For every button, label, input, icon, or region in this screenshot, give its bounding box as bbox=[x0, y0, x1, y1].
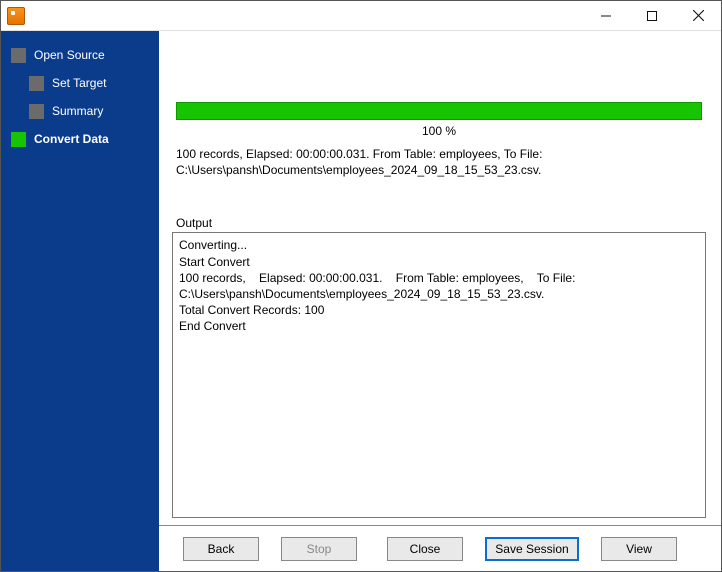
step-label: Convert Data bbox=[34, 132, 109, 146]
status-text: 100 records, Elapsed: 00:00:00.031. From… bbox=[172, 146, 706, 188]
wizard-footer: Back Stop Close Save Session View bbox=[159, 525, 721, 571]
step-label: Open Source bbox=[34, 48, 105, 62]
step-convert-data[interactable]: Convert Data bbox=[5, 127, 155, 151]
close-window-button[interactable] bbox=[675, 1, 721, 30]
main-panel: 100 % 100 records, Elapsed: 00:00:00.031… bbox=[159, 31, 721, 571]
output-label: Output bbox=[172, 188, 706, 232]
app-window: Open Source Set Target Summary Convert D… bbox=[0, 0, 722, 572]
status-line: C:\Users\pansh\Documents\employees_2024_… bbox=[176, 162, 702, 178]
save-session-button[interactable]: Save Session bbox=[485, 537, 579, 561]
close-icon bbox=[693, 10, 704, 21]
maximize-button[interactable] bbox=[629, 1, 675, 30]
content-inner: 100 % 100 records, Elapsed: 00:00:00.031… bbox=[171, 41, 707, 519]
titlebar bbox=[1, 1, 721, 31]
content-area: 100 % 100 records, Elapsed: 00:00:00.031… bbox=[159, 31, 721, 525]
step-open-source[interactable]: Open Source bbox=[5, 43, 155, 67]
maximize-icon bbox=[647, 11, 657, 21]
progress-wrap bbox=[172, 102, 706, 120]
step-box-icon bbox=[11, 132, 26, 147]
app-icon bbox=[7, 7, 25, 25]
step-label: Set Target bbox=[52, 76, 106, 90]
window-body: Open Source Set Target Summary Convert D… bbox=[1, 31, 721, 571]
status-line: 100 records, Elapsed: 00:00:00.031. From… bbox=[176, 146, 702, 162]
back-button[interactable]: Back bbox=[183, 537, 259, 561]
step-box-icon bbox=[29, 76, 44, 91]
minimize-button[interactable] bbox=[583, 1, 629, 30]
output-textarea[interactable]: Converting... Start Convert 100 records,… bbox=[172, 232, 706, 518]
close-button[interactable]: Close bbox=[387, 537, 463, 561]
step-box-icon bbox=[29, 104, 44, 119]
stop-button: Stop bbox=[281, 537, 357, 561]
minimize-icon bbox=[601, 11, 611, 21]
view-button[interactable]: View bbox=[601, 537, 677, 561]
step-summary[interactable]: Summary bbox=[5, 99, 155, 123]
step-box-icon bbox=[11, 48, 26, 63]
window-controls bbox=[583, 1, 721, 30]
progress-percent-label: 100 % bbox=[172, 120, 706, 146]
wizard-sidebar: Open Source Set Target Summary Convert D… bbox=[1, 31, 159, 571]
step-label: Summary bbox=[52, 104, 103, 118]
step-set-target[interactable]: Set Target bbox=[5, 71, 155, 95]
progress-bar bbox=[176, 102, 702, 120]
